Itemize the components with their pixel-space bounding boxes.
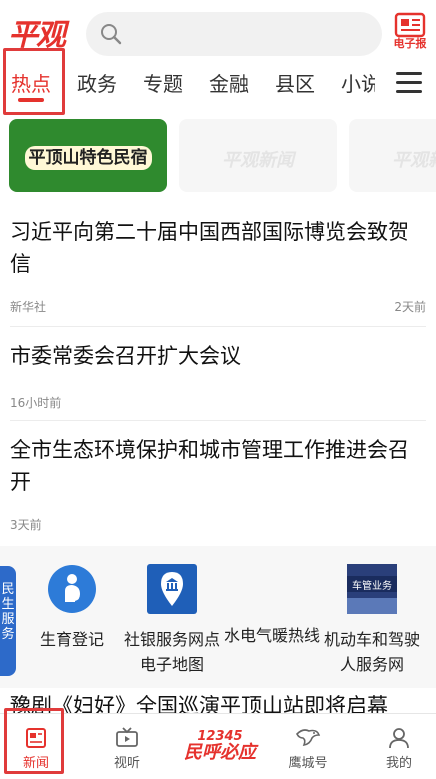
service-name: 机动车和驾驶人服务网	[324, 630, 421, 674]
services-strip: 民生服务 生育登记 社银服务网点电子地图 水电气暖热线 车管业务 机动车和驾驶人…	[0, 546, 436, 688]
news-title: 习近平向第二十届中国西部国际博览会致贺信	[10, 220, 409, 276]
tab-counties[interactable]: 县区	[275, 68, 315, 97]
epaper-label: 电子报	[393, 37, 427, 50]
nav-mine-label: 我的	[385, 756, 412, 771]
menu-icon[interactable]	[396, 72, 422, 94]
banner-placeholder-logo-2: 平观新闻	[392, 150, 436, 171]
search-icon	[101, 24, 122, 45]
divider	[10, 326, 426, 327]
services-side-tag[interactable]: 民生服务	[0, 566, 16, 676]
category-tabs: 热点 政务 专题 金融 县区 小说	[0, 62, 436, 112]
news-meta: 3天前	[10, 516, 426, 532]
eagle-icon	[296, 729, 321, 747]
newspaper-icon	[394, 12, 426, 38]
banner-placeholder-2[interactable]: 平观新闻	[349, 119, 436, 192]
tab-novel[interactable]: 小说	[341, 68, 375, 97]
user-icon	[389, 728, 409, 749]
search-bar[interactable]	[86, 12, 382, 56]
divider	[10, 420, 426, 421]
bank-map-pin-icon	[147, 564, 197, 614]
nav-hotline-brand[interactable]: 12345 民呼必应	[170, 730, 270, 763]
news-title: 市委常委会召开扩大会议	[10, 344, 241, 368]
news-item[interactable]: 市委常委会召开扩大会议 16小时前	[10, 340, 426, 410]
service-vehicle[interactable]: 车管业务 机动车和驾驶人服务网	[324, 564, 420, 677]
banner-placeholder-logo: 平观新闻	[222, 150, 294, 171]
nav-video-label: 视听	[113, 756, 140, 771]
tab-government[interactable]: 政务	[77, 68, 117, 97]
news-meta: 16小时前	[10, 394, 426, 410]
epaper-button[interactable]: 电子报	[389, 12, 431, 54]
news-time: 16小时前	[10, 396, 62, 410]
pregnant-woman-icon	[48, 565, 96, 613]
bottom-nav: 新闻 视听 12345 民呼必应 鹰城号 我的	[0, 713, 436, 779]
banner-homestay[interactable]: 平顶山特色民宿	[9, 119, 167, 192]
banner-placeholder[interactable]: 平观新闻	[179, 119, 337, 192]
tab-finance[interactable]: 金融	[209, 68, 249, 97]
vehicle-service-icon: 车管业务	[347, 564, 397, 614]
utility-hotline-icon	[247, 564, 297, 614]
service-bank-map[interactable]: 社银服务网点电子地图	[124, 564, 220, 677]
banner-homestay-title: 平顶山特色民宿	[9, 143, 167, 170]
nav-video[interactable]: 视听	[97, 726, 157, 771]
tv-icon	[116, 727, 138, 747]
news-title: 全市生态环境保护和城市管理工作推进会召开	[10, 438, 409, 494]
nav-mine[interactable]: 我的	[369, 726, 429, 771]
news-item[interactable]: 习近平向第二十届中国西部国际博览会致贺信 新华社 2天前	[10, 216, 426, 314]
brand-text: 民呼必应	[184, 742, 256, 763]
news-meta: 新华社 2天前	[10, 298, 426, 314]
tab-topics[interactable]: 专题	[143, 68, 183, 97]
vehicle-sign-text: 车管业务	[352, 579, 392, 592]
service-birth-registration[interactable]: 生育登记	[24, 564, 120, 652]
news-item[interactable]: 全市生态环境保护和城市管理工作推进会召开 3天前	[10, 434, 426, 532]
app-header: 平观 电子报	[0, 0, 436, 62]
nav-city-label: 鹰城号	[288, 756, 328, 771]
service-name: 水电气暖热线	[224, 626, 321, 645]
news-source: 新华社	[10, 300, 47, 314]
highlight-box-nav	[4, 708, 64, 774]
highlight-box-tab	[3, 48, 65, 115]
nav-city[interactable]: 鹰城号	[278, 726, 338, 771]
service-utility-hotline[interactable]: 水电气暖热线	[224, 564, 320, 648]
service-name: 生育登记	[39, 630, 104, 649]
news-time: 2天前	[394, 300, 426, 314]
news-time: 3天前	[10, 518, 42, 532]
service-name: 社银服务网点电子地图	[124, 630, 221, 674]
